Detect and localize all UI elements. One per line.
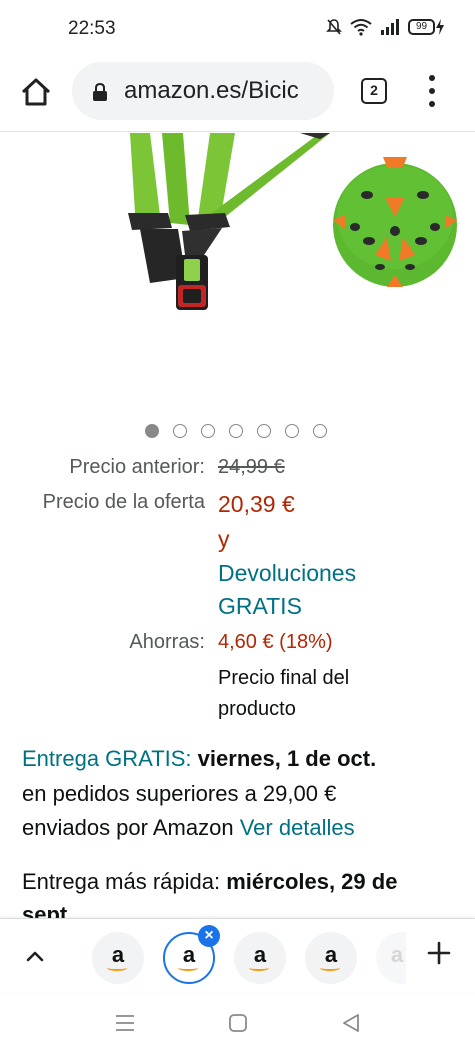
wifi-icon	[350, 19, 372, 36]
amazon-smile-icon	[320, 965, 340, 971]
chevron-up-icon[interactable]	[24, 945, 46, 967]
shipped-by-line: enviados por Amazon Ver detalles	[22, 811, 462, 845]
carousel-dot[interactable]	[229, 424, 243, 438]
recents-icon[interactable]	[114, 1013, 136, 1033]
lock-icon	[93, 82, 107, 101]
amazon-favicon: a	[324, 942, 338, 967]
carousel-dot[interactable]	[257, 424, 271, 438]
delivery-condition: en pedidos superiores a 29,00 €	[22, 781, 337, 806]
carousel-dot-active[interactable]	[145, 424, 159, 438]
previous-price-label: Precio anterior:	[69, 456, 205, 478]
amazon-favicon: a	[390, 942, 404, 967]
system-navigation-bar	[0, 993, 475, 1056]
plus-icon[interactable]	[427, 941, 451, 965]
deal-price-value: 20,39 €	[218, 491, 295, 517]
carousel-dot[interactable]	[313, 424, 327, 438]
amazon-smile-icon	[249, 965, 269, 971]
battery-icon: 99	[408, 19, 445, 35]
tab-strip: a a × a a a	[0, 918, 475, 992]
free-returns-link-line2[interactable]: GRATIS	[218, 589, 302, 623]
amazon-favicon: a	[253, 942, 267, 967]
amazon-smile-icon	[178, 965, 198, 971]
carousel-dots[interactable]	[145, 424, 327, 438]
close-tab-icon[interactable]: ×	[198, 925, 220, 947]
tab-thumbnail[interactable]: a	[305, 932, 357, 984]
savings-label: Ahorras:	[129, 631, 205, 653]
tab-thumbnail-partial[interactable]: a	[376, 932, 406, 984]
product-image[interactable]	[0, 133, 475, 395]
menu-icon[interactable]	[420, 73, 444, 109]
carousel-dot[interactable]	[285, 424, 299, 438]
browser-toolbar: amazon.es/Bicic 2	[0, 56, 475, 132]
amazon-favicon: a	[182, 942, 196, 967]
tab-thumbnail[interactable]: a	[234, 932, 286, 984]
and-word: y	[218, 526, 230, 552]
fast-delivery-line: Entrega más rápida: miércoles, 29 de	[22, 865, 462, 899]
previous-price-value: 24,99 €	[218, 456, 285, 478]
tab-thumbnail[interactable]: a	[92, 932, 144, 984]
mute-icon	[326, 19, 342, 35]
free-delivery-line: Entrega GRATIS: viernes, 1 de oct.	[22, 742, 462, 776]
home-nav-icon[interactable]	[227, 1012, 249, 1034]
tab-switcher-button[interactable]: 2	[361, 78, 387, 104]
free-returns-link-line1[interactable]: Devoluciones	[218, 556, 356, 590]
amazon-favicon: a	[111, 942, 125, 967]
free-delivery-date: viernes, 1 de oct.	[197, 746, 377, 771]
url-text: amazon.es/Bicic	[124, 77, 299, 104]
fast-delivery-date: miércoles, 29 de	[226, 869, 398, 894]
free-delivery-label: Entrega GRATIS:	[22, 746, 192, 771]
battery-level: 99	[408, 19, 435, 35]
fast-delivery-label: Entrega más rápida:	[22, 869, 221, 894]
status-bar: 22:53 99	[0, 0, 475, 56]
charging-icon	[436, 19, 444, 35]
helmet-image	[333, 157, 457, 287]
home-icon[interactable]	[20, 76, 52, 108]
status-icons: 99	[326, 18, 445, 36]
url-bar[interactable]: amazon.es/Bicic	[72, 62, 334, 120]
status-time: 22:53	[68, 18, 116, 39]
deal-price-label: Precio de la oferta	[42, 491, 205, 513]
signal-icon	[381, 19, 399, 35]
shipped-by-text: enviados por Amazon	[22, 815, 234, 840]
savings-value: 4,60 € (18%)	[218, 631, 333, 653]
amazon-smile-icon	[107, 965, 127, 971]
carousel-dot[interactable]	[173, 424, 187, 438]
carousel-dot[interactable]	[201, 424, 215, 438]
final-price-note-line2: producto	[218, 698, 296, 720]
final-price-note-line1: Precio final del	[218, 667, 350, 689]
back-icon[interactable]	[340, 1012, 362, 1034]
delivery-details-link[interactable]: Ver detalles	[240, 815, 355, 840]
